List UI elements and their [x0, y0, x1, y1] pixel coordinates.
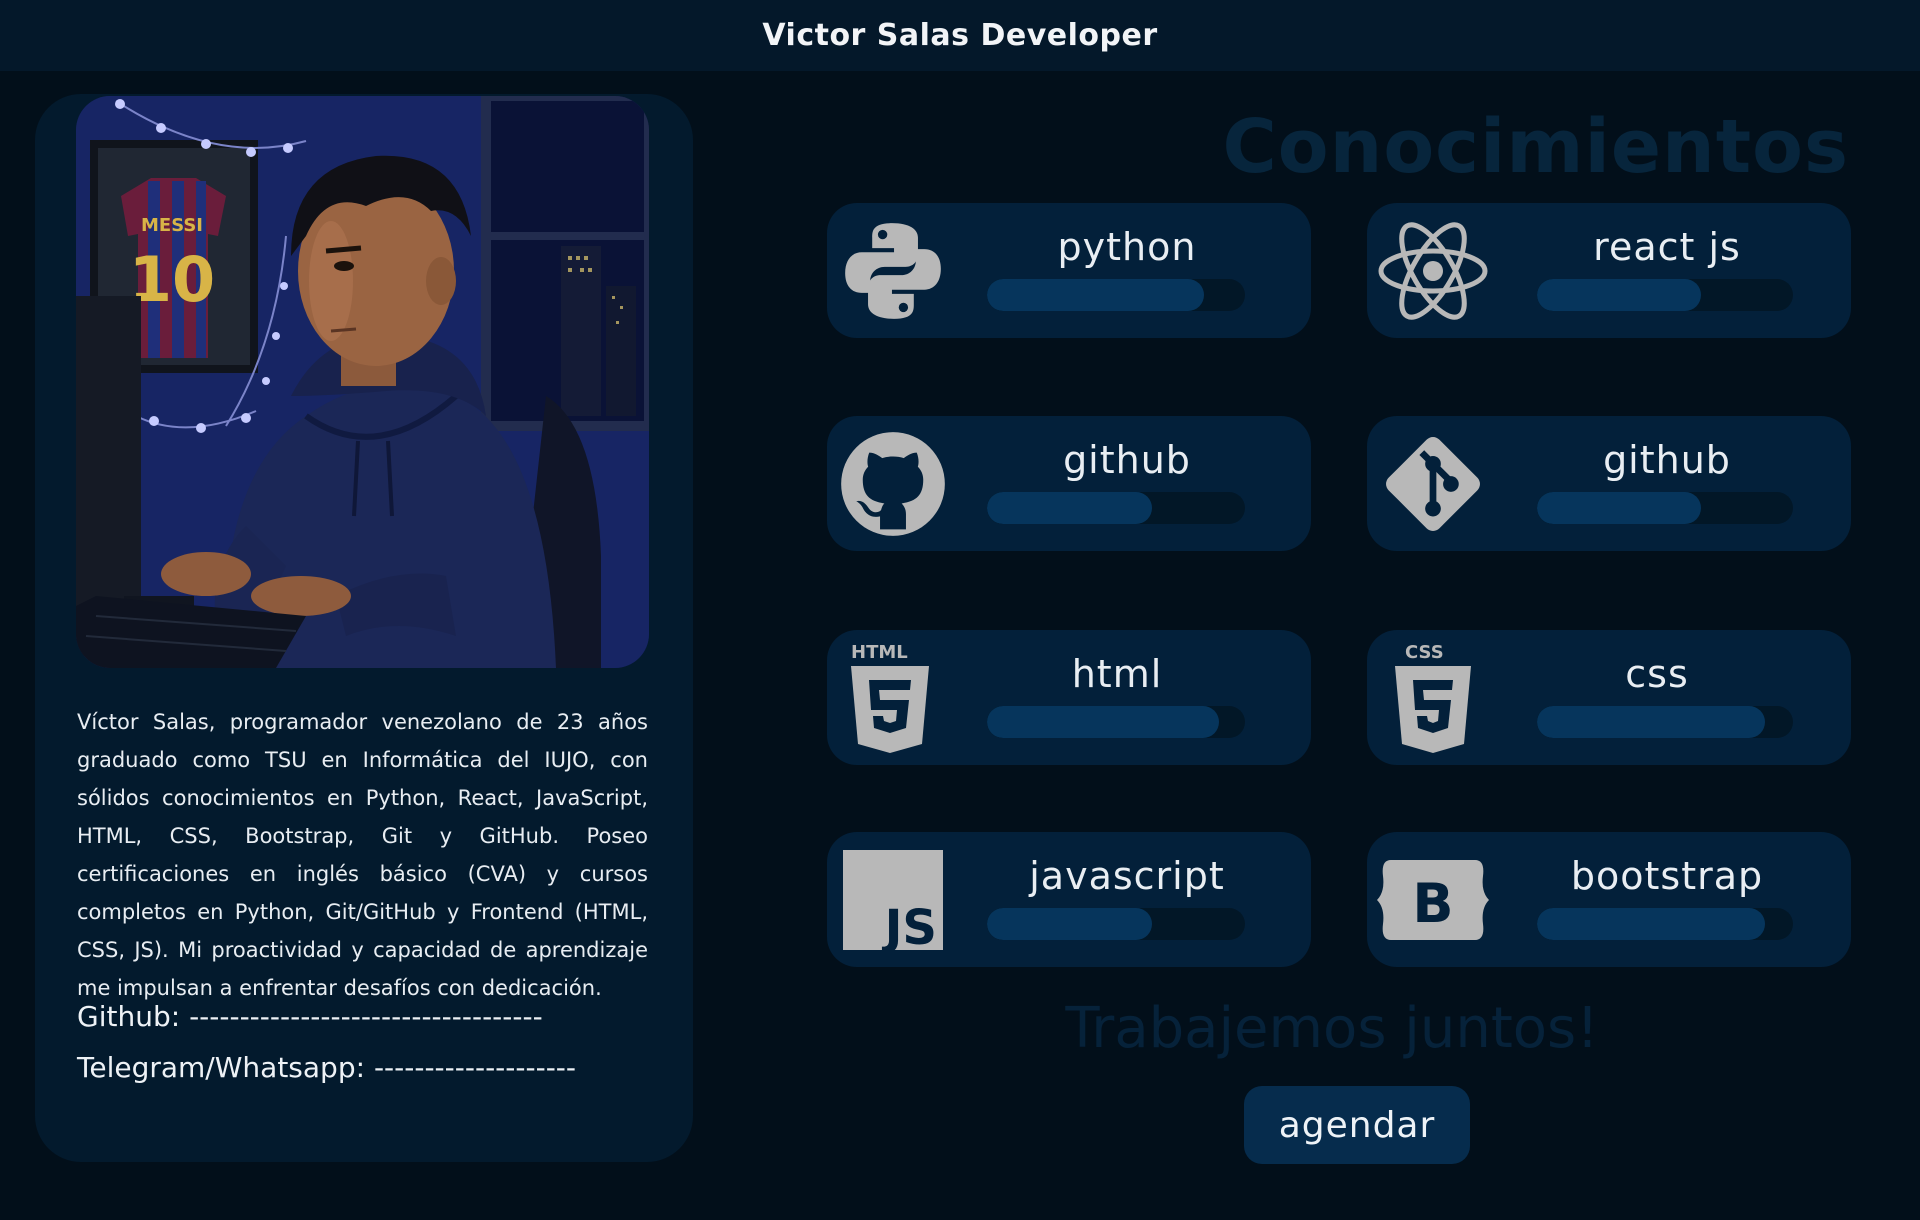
js-icon-text: JS	[882, 900, 937, 950]
skill-level-fill	[1537, 706, 1765, 738]
skill-level-fill	[987, 908, 1153, 940]
profile-photo: MESSI 10	[76, 96, 649, 668]
skill-name: javascript	[1029, 854, 1225, 898]
github-icon	[837, 428, 949, 540]
skill-card-react: react js	[1367, 203, 1851, 338]
skill-card-bootstrap: B bootstrap	[1367, 832, 1851, 967]
skill-level-bar	[987, 706, 1245, 738]
skill-name: html	[1071, 652, 1163, 696]
github-label: Github:	[77, 1000, 181, 1033]
skill-level-bar	[987, 279, 1245, 311]
skill-level-fill	[987, 706, 1220, 738]
css3-icon: CSS	[1377, 642, 1489, 754]
github-value: -----------------------------------	[189, 1000, 543, 1033]
telegram-whatsapp-value: --------------------	[373, 1051, 577, 1084]
git-icon	[1377, 428, 1489, 540]
telegram-whatsapp-contact: Telegram/Whatsapp: --------------------	[77, 1051, 677, 1084]
html5-icon: HTML	[837, 642, 949, 754]
skill-level-bar	[987, 492, 1245, 524]
skill-name: github	[1063, 438, 1191, 482]
skill-level-fill	[1537, 908, 1765, 940]
agendar-button[interactable]: agendar	[1244, 1086, 1470, 1164]
skill-name: github	[1603, 438, 1731, 482]
skill-card-html: HTML html	[827, 630, 1311, 765]
skill-name: react js	[1593, 225, 1741, 269]
skill-level-fill	[1537, 279, 1701, 311]
skill-card-github: github	[827, 416, 1311, 551]
bootstrap-icon: B	[1377, 844, 1489, 956]
top-bar: Victor Salas Developer	[0, 0, 1920, 71]
python-icon	[837, 215, 949, 327]
skill-level-bar	[987, 908, 1245, 940]
html-icon-text: HTML	[851, 642, 908, 663]
skill-name: css	[1625, 652, 1689, 696]
skill-level-bar	[1537, 279, 1793, 311]
skill-name: python	[1057, 225, 1197, 269]
bio-text: Víctor Salas, programador venezolano de …	[77, 710, 648, 1000]
skill-level-fill	[987, 279, 1204, 311]
skill-card-python: python	[827, 203, 1311, 338]
skill-level-bar	[1537, 492, 1793, 524]
skill-level-fill	[1537, 492, 1701, 524]
skill-card-git: github	[1367, 416, 1851, 551]
skill-level-bar	[1537, 908, 1793, 940]
javascript-icon: JS	[837, 844, 949, 956]
telegram-whatsapp-label: Telegram/Whatsapp:	[77, 1051, 366, 1084]
react-icon	[1377, 215, 1489, 327]
github-contact: Github: --------------------------------…	[77, 1000, 677, 1033]
skill-name: bootstrap	[1570, 854, 1764, 898]
skill-card-javascript: JS javascript	[827, 832, 1311, 967]
skill-card-css: CSS css	[1367, 630, 1851, 765]
bootstrap-icon-text: B	[1412, 872, 1453, 935]
skill-level-fill	[987, 492, 1153, 524]
cta-title: Trabajemos juntos!	[1065, 996, 1599, 1061]
skill-level-bar	[1537, 706, 1793, 738]
css-icon-text: CSS	[1405, 642, 1444, 663]
skills-title: Conocimientos	[1222, 104, 1849, 190]
jersey-name: MESSI	[141, 215, 203, 236]
jersey-number: 10	[129, 243, 215, 316]
site-title: Victor Salas Developer	[762, 18, 1158, 53]
profile-card: MESSI 10 Víctor Salas, programador venez…	[35, 94, 693, 1162]
